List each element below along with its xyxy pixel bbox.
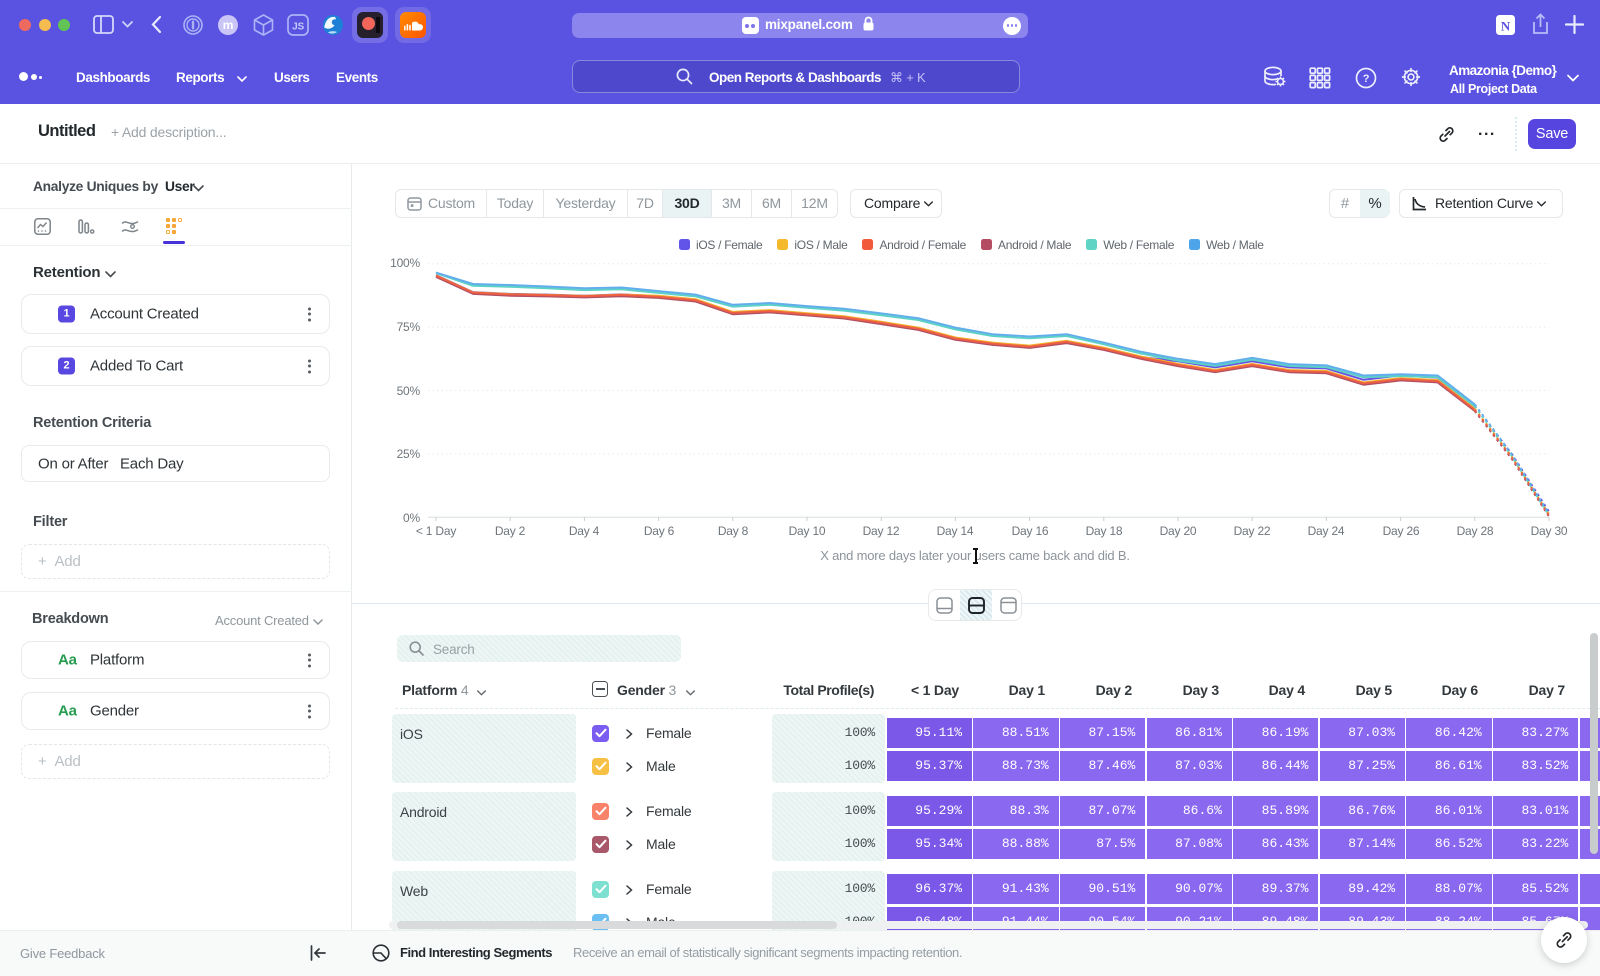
svg-text:N: N <box>1501 19 1511 34</box>
svg-text:JS: JS <box>292 22 304 33</box>
svg-text:?: ? <box>1363 73 1370 85</box>
